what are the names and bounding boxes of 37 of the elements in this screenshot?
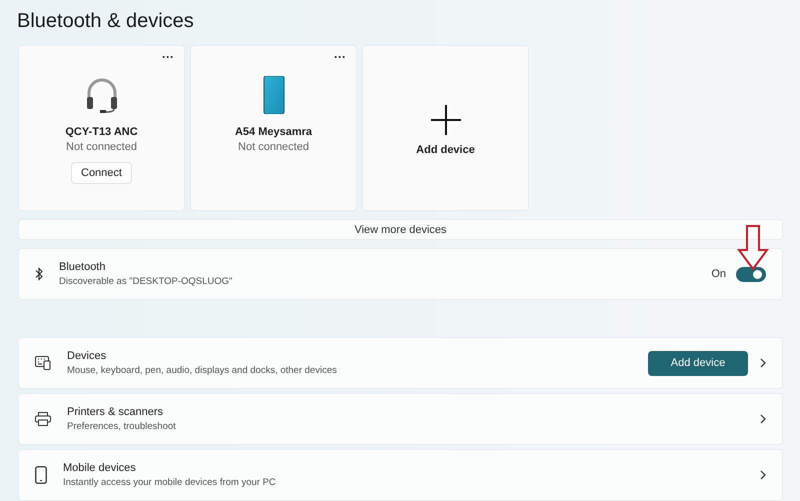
add-device-card[interactable]: Add device [362, 45, 529, 211]
bluetooth-icon [35, 267, 43, 281]
device-name: QCY-T13 ANC [65, 126, 138, 138]
connect-button[interactable]: Connect [71, 162, 132, 184]
view-more-button[interactable]: View more devices [18, 219, 783, 240]
mobile-phone-icon [35, 466, 47, 484]
row-subtitle: Preferences, troubleshoot [67, 421, 177, 432]
row-subtitle: Mouse, keyboard, pen, audio, displays and docks, other devices [67, 365, 338, 376]
chevron-icon [760, 414, 766, 424]
row-subtitle: Instantly access your mobile devices from your PC [63, 477, 277, 488]
chevron-icon [760, 358, 766, 368]
down-arrow-icon [737, 225, 769, 271]
row-subtitle: Discoverable as "DESKTOP-OQSLUOG" [59, 276, 234, 287]
toggle-state-label: On [711, 268, 726, 280]
more-options-button[interactable]: ··· [162, 50, 174, 64]
row-title: Devices [67, 350, 108, 362]
device-card[interactable]: ··· QCY-T13 ANC Not connected Connect [18, 45, 185, 211]
row-title: Mobile devices [63, 462, 137, 474]
card-label: Add device [416, 144, 475, 156]
chevron-icon [760, 470, 766, 480]
phone-icon [262, 76, 284, 114]
printer-icon [35, 412, 51, 426]
settings-row[interactable]: Printers & scanners Preferences, troubleshoot [18, 393, 783, 445]
more-options-button[interactable]: ··· [334, 50, 346, 64]
device-card[interactable]: ··· A54 Meysamra Not connected [190, 45, 357, 211]
settings-row[interactable]: Devices Mouse, keyboard, pen, audio, displays and docks, other devices Add device [18, 337, 783, 389]
plus-icon [430, 104, 462, 136]
bluetooth-toggle[interactable] [736, 266, 766, 282]
row-title: Bluetooth [59, 261, 106, 273]
settings-row[interactable]: Mobile devices Instantly access your mobile devices from your PC [18, 449, 783, 501]
device-name: A54 Meysamra [234, 126, 312, 138]
device-status: Not connected [66, 141, 137, 153]
keyboard-icon [35, 356, 51, 370]
row-title: Printers & scanners [67, 406, 164, 418]
device-status: Not connected [238, 141, 309, 153]
page-title: Bluetooth & devices [17, 10, 195, 33]
add-device-button[interactable]: Add device [648, 350, 748, 376]
